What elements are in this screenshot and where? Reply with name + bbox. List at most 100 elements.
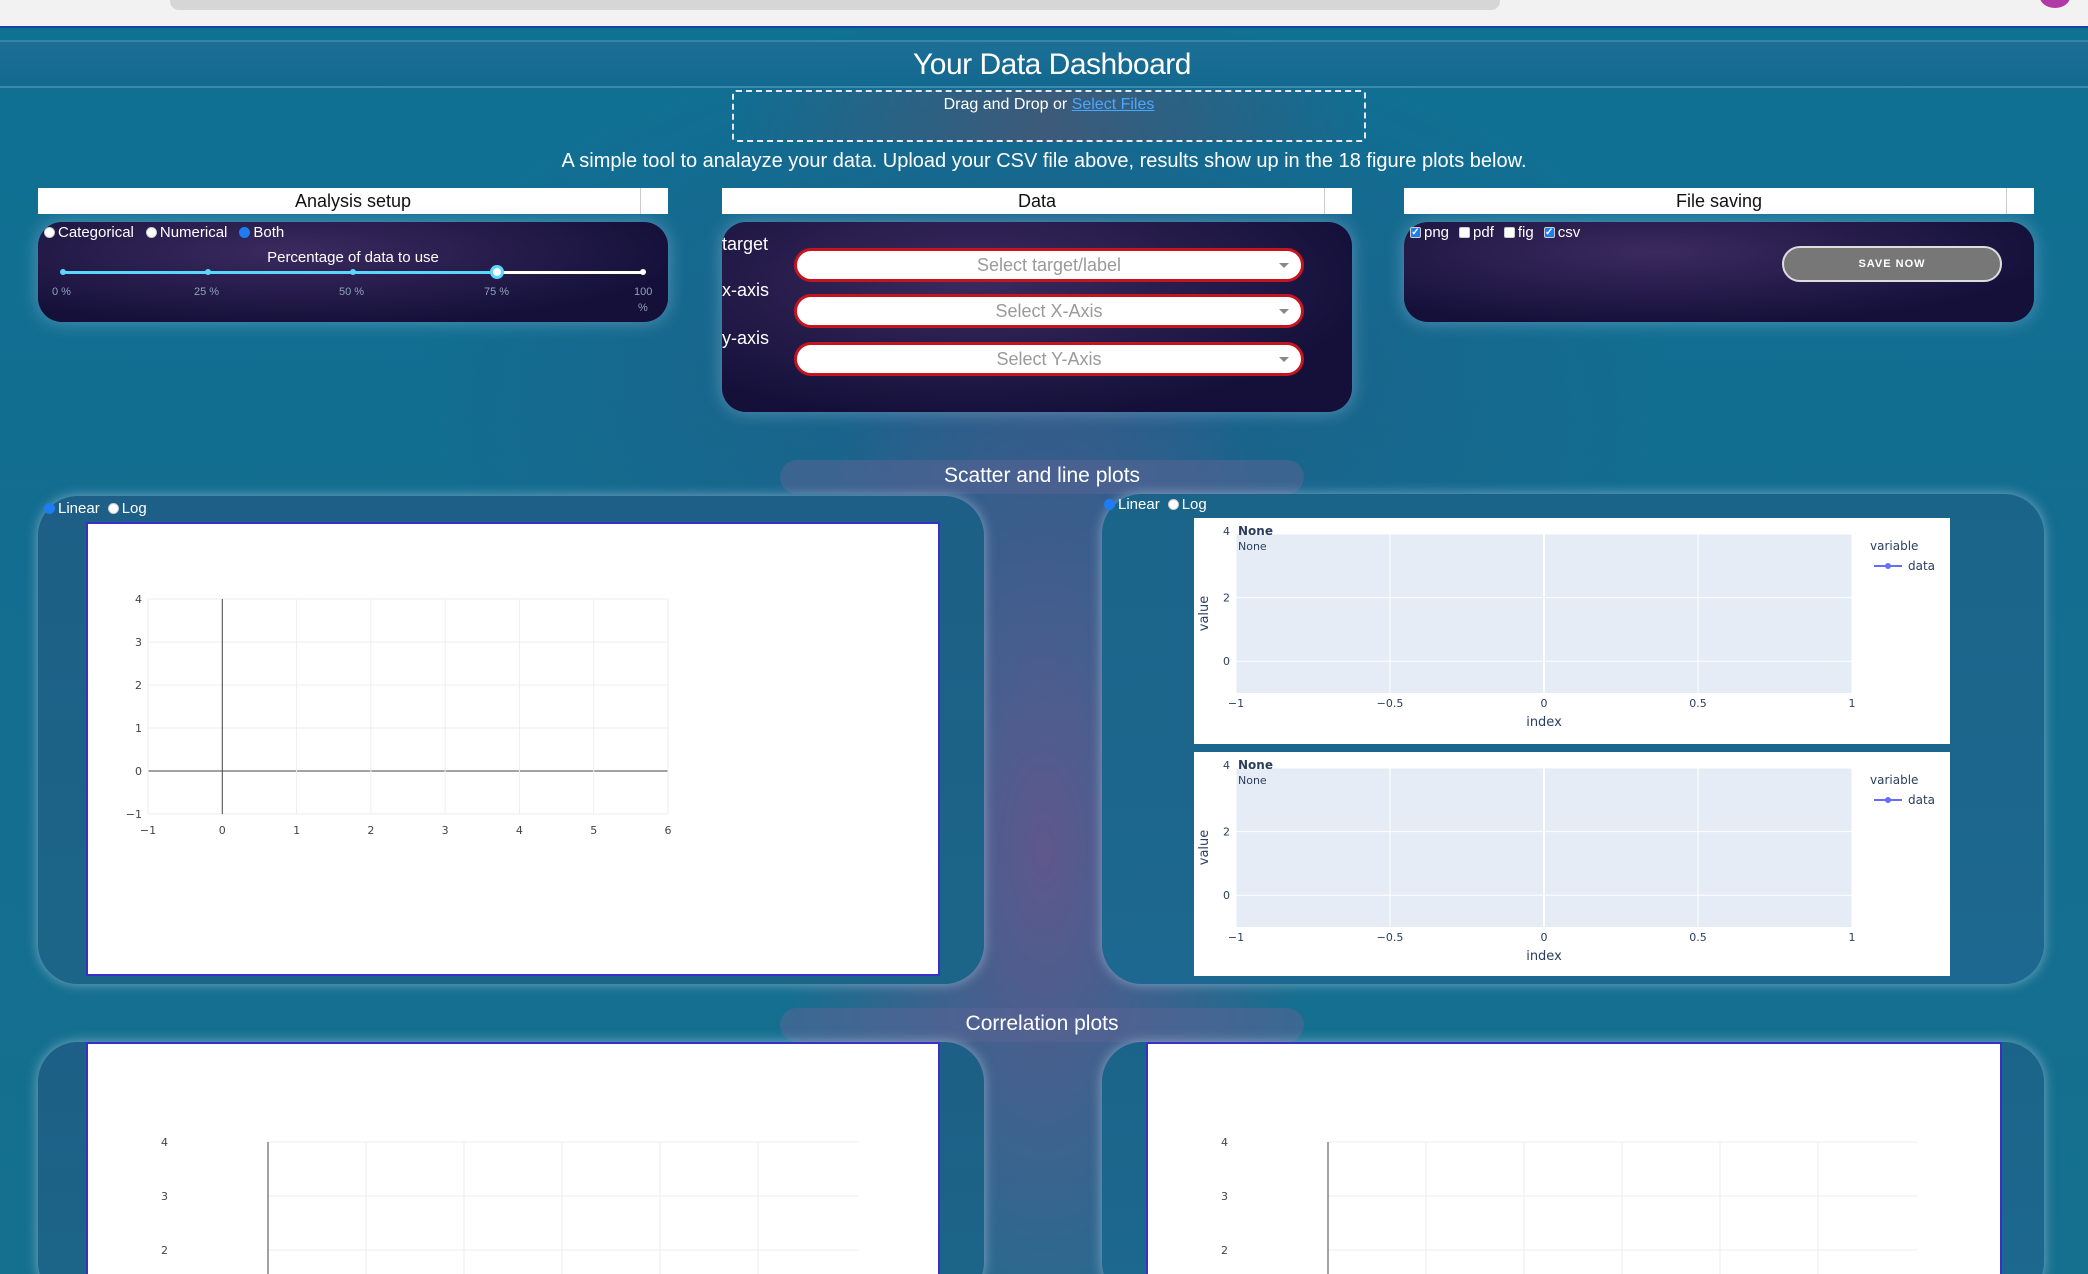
y-tick-label: 4 bbox=[161, 1136, 168, 1149]
checkbox-pdf[interactable]: pdf bbox=[1459, 224, 1494, 241]
profile-avatar[interactable] bbox=[2040, 0, 2070, 8]
analysis-type-radio[interactable]: Categorical Numerical Both bbox=[44, 224, 284, 241]
line-plot-svg: 0 2 −1 −0.5 0 0.5 1 4 None None index value variable… bbox=[1197, 524, 1935, 730]
xaxis-label: x-axis bbox=[722, 280, 770, 300]
analysis-header-tab bbox=[640, 188, 668, 214]
checkbox-png[interactable]: ✓ png bbox=[1410, 224, 1449, 241]
slider-tick bbox=[350, 269, 356, 275]
radio-linear[interactable]: Linear bbox=[1104, 496, 1160, 513]
x-tick-label: −1 bbox=[1228, 931, 1244, 944]
radio-categorical[interactable]: Categorical bbox=[44, 224, 134, 241]
radio-both[interactable]: Both bbox=[239, 224, 284, 241]
slider-tick-label: 25 % bbox=[194, 286, 220, 298]
upload-text: Drag and Drop or bbox=[943, 96, 1072, 113]
select-files-link[interactable]: Select Files bbox=[1072, 96, 1155, 113]
x-tick-label: 4 bbox=[516, 824, 523, 837]
scatter-plot-main[interactable]: −1 0 1 2 3 4 −1 0 1 2 3 4 5 6 bbox=[86, 522, 940, 976]
legend-marker-icon bbox=[1885, 563, 1891, 569]
y-tick-label: 3 bbox=[135, 636, 142, 649]
plot-subtitle: None bbox=[1238, 774, 1267, 787]
y-tick-label: 4 bbox=[1223, 759, 1230, 772]
chevron-down-icon bbox=[1279, 309, 1289, 314]
chevron-down-icon bbox=[1279, 263, 1289, 268]
correlation-plot-svg: 4 3 2 bbox=[1221, 1136, 1918, 1274]
legend-item: data bbox=[1908, 793, 1935, 807]
x-axis-title: index bbox=[1526, 949, 1562, 964]
slider-label: Percentage of data to use bbox=[267, 249, 439, 266]
checkbox-fig[interactable]: fig bbox=[1503, 224, 1534, 241]
plot-title: None bbox=[1238, 758, 1273, 772]
x-tick-label: −1 bbox=[140, 824, 156, 837]
legend-title: variable bbox=[1870, 773, 1918, 787]
plot-title: None bbox=[1238, 524, 1273, 538]
file-saving-header: File saving bbox=[1404, 188, 2034, 214]
checkbox-checked-icon: ✓ bbox=[1543, 227, 1555, 238]
save-now-button[interactable]: SAVE NOW bbox=[1782, 246, 2002, 282]
analysis-setup-header: Analysis setup bbox=[38, 188, 668, 214]
y-tick-label: 2 bbox=[1223, 592, 1230, 605]
line-plot-top[interactable]: 0 2 −1 −0.5 0 0.5 1 4 None None index value variable… bbox=[1194, 518, 1950, 744]
file-saving-title: File saving bbox=[1675, 191, 1763, 211]
x-tick-label: 0.5 bbox=[1689, 931, 1707, 944]
page-title: Your Data Dashboard bbox=[913, 48, 1191, 81]
radio-dot-icon bbox=[1104, 499, 1115, 510]
data-panel: target x-axis y-axis Select target/label… bbox=[722, 222, 1352, 412]
file-saving-panel: ✓ png pdf fig ✓ csv SAVE NOW bbox=[1404, 222, 2034, 322]
y-tick-label: 2 bbox=[1223, 826, 1230, 839]
y-tick-label: 2 bbox=[135, 679, 142, 692]
radio-linear[interactable]: Linear bbox=[44, 500, 100, 517]
slider-tick bbox=[205, 269, 211, 275]
slider-tick-label: 100 bbox=[634, 286, 653, 298]
data-panel-title: Data bbox=[1017, 191, 1057, 211]
y-tick-label: 2 bbox=[161, 1244, 168, 1257]
section-title-correlation: Correlation plots bbox=[780, 1008, 1304, 1042]
radio-numerical[interactable]: Numerical bbox=[145, 224, 227, 241]
x-tick-label: 0 bbox=[1541, 931, 1548, 944]
radio-dot-icon bbox=[44, 227, 55, 238]
x-tick-label: 0 bbox=[1541, 697, 1548, 710]
analysis-setup-title: Analysis setup bbox=[294, 191, 412, 211]
correlation-plot-svg: 4 3 2 bbox=[161, 1136, 858, 1274]
checkbox-checked-icon: ✓ bbox=[1410, 227, 1421, 238]
radio-log[interactable]: Log bbox=[1167, 496, 1207, 513]
line-plot-bottom[interactable]: 0 2 −1 −0.5 0 0.5 1 4 None None index value variable… bbox=[1194, 752, 1950, 976]
scale-radio-right[interactable]: Linear Log bbox=[1104, 496, 1207, 513]
section-title-scatter: Scatter and line plots bbox=[780, 460, 1304, 494]
yaxis-placeholder: Select Y-Axis bbox=[996, 349, 1102, 369]
scale-radio-left[interactable]: Linear Log bbox=[44, 500, 147, 517]
radio-dot-icon bbox=[44, 503, 55, 514]
correlation-plot-left[interactable]: 4 3 2 bbox=[86, 1042, 940, 1274]
x-tick-label: 1 bbox=[293, 824, 300, 837]
checkbox-icon bbox=[1459, 227, 1471, 238]
x-tick-label: 0 bbox=[219, 824, 226, 837]
yaxis-label: y-axis bbox=[722, 328, 770, 348]
target-select[interactable]: Select target/label bbox=[794, 248, 1304, 282]
y-tick-label: 3 bbox=[1221, 1190, 1228, 1203]
radio-dot-icon bbox=[1167, 499, 1179, 510]
address-bar[interactable] bbox=[170, 0, 1500, 10]
correlation-plot-right[interactable]: 4 3 2 bbox=[1146, 1042, 2002, 1274]
slider-handle[interactable] bbox=[490, 265, 504, 279]
data-percentage-slider[interactable] bbox=[60, 265, 646, 279]
data-panel-header: Data bbox=[722, 188, 1352, 214]
y-tick-label: −1 bbox=[126, 808, 142, 821]
yaxis-select[interactable]: Select Y-Axis bbox=[794, 342, 1304, 376]
checkbox-csv[interactable]: ✓ csv bbox=[1543, 224, 1580, 241]
x-tick-label: 2 bbox=[367, 824, 374, 837]
legend-item: data bbox=[1908, 559, 1935, 573]
radio-log[interactable]: Log bbox=[107, 500, 147, 517]
target-placeholder: Select target/label bbox=[976, 255, 1122, 275]
file-upload-dropzone[interactable]: Drag and Drop or Select Files bbox=[732, 90, 1366, 142]
x-tick-label: −0.5 bbox=[1377, 931, 1404, 944]
line-plot-svg: 0 2 −1 −0.5 0 0.5 1 4 None None index value variable… bbox=[1197, 758, 1935, 964]
legend-title: variable bbox=[1870, 539, 1918, 553]
browser-bar bbox=[0, 0, 2088, 28]
legend-marker-icon bbox=[1885, 797, 1891, 803]
x-tick-label: 6 bbox=[665, 824, 672, 837]
slider-tick-label: 50 % bbox=[339, 286, 365, 298]
y-axis-title: value bbox=[1197, 596, 1212, 632]
file-format-checklist[interactable]: ✓ png pdf fig ✓ csv bbox=[1410, 224, 1580, 241]
xaxis-select[interactable]: Select X-Axis bbox=[794, 294, 1304, 328]
analysis-setup-panel: Categorical Numerical Both Percentage of… bbox=[38, 222, 668, 322]
x-tick-label: 1 bbox=[1849, 931, 1856, 944]
